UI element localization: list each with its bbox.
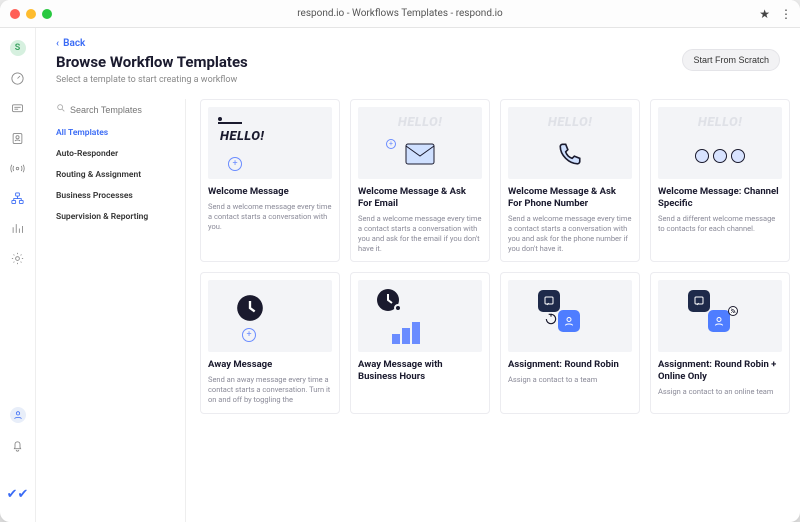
nav-rail: S ✔✔ <box>0 28 36 522</box>
template-desc: Send a welcome message every time a cont… <box>208 202 332 232</box>
template-card[interactable]: HELLO!+Welcome MessageSend a welcome mes… <box>200 99 340 262</box>
template-title: Welcome Message <box>208 186 332 198</box>
template-desc: Assign a contact to a team <box>508 375 632 385</box>
window-title: respond.io - Workflows Templates - respo… <box>0 8 800 19</box>
notifications-icon[interactable] <box>10 437 26 453</box>
search-input[interactable] <box>70 105 160 115</box>
page-title: Browse Workflow Templates <box>56 53 682 71</box>
category-item[interactable]: Auto-Responder <box>56 149 173 159</box>
template-card[interactable]: HELLO!+Welcome Message & Ask For EmailSe… <box>350 99 490 262</box>
template-desc: Send a welcome message every time a cont… <box>508 214 632 255</box>
search-field[interactable] <box>56 99 173 126</box>
category-item[interactable]: Supervision & Reporting <box>56 212 173 222</box>
reports-icon[interactable] <box>10 220 26 236</box>
messages-icon[interactable] <box>10 100 26 116</box>
category-item[interactable]: Business Processes <box>56 191 173 201</box>
template-grid-scroll[interactable]: HELLO!+Welcome MessageSend a welcome mes… <box>186 99 800 522</box>
page-subtitle: Select a template to start creating a wo… <box>56 75 780 85</box>
template-desc: Send a welcome message every time a cont… <box>358 214 482 255</box>
template-title: Away Message with Business Hours <box>358 359 482 383</box>
template-title: Assignment: Round Robin <box>508 359 632 371</box>
category-item[interactable]: All Templates <box>56 128 173 138</box>
template-card[interactable]: Away Message with Business Hours <box>350 272 490 413</box>
template-title: Welcome Message & Ask For Phone Number <box>508 186 632 210</box>
category-item[interactable]: Routing & Assignment <box>56 170 173 180</box>
template-title: Away Message <box>208 359 332 371</box>
back-label: Back <box>63 38 85 49</box>
user-avatar[interactable] <box>10 407 26 423</box>
extension-icon[interactable]: ★ <box>759 7 770 21</box>
respond-logo-icon: ✔✔ <box>7 487 29 502</box>
template-sidebar: All Templates Auto-Responder Routing & Ass… <box>56 99 186 522</box>
template-title: Welcome Message: Channel Specific <box>658 186 782 210</box>
back-link[interactable]: ‹ Back <box>56 38 780 49</box>
template-title: Assignment: Round Robin + Online Only <box>658 359 782 383</box>
template-title: Welcome Message & Ask For Email <box>358 186 482 210</box>
settings-icon[interactable] <box>10 250 26 266</box>
kebab-menu-icon[interactable]: ⋮ <box>780 7 792 21</box>
workspace-avatar[interactable]: S <box>10 40 26 56</box>
search-icon <box>56 103 66 116</box>
start-from-scratch-button[interactable]: Start From Scratch <box>682 49 780 71</box>
template-card[interactable]: Assignment: Round Robin + Online Only Ass… <box>650 272 790 413</box>
titlebar: respond.io - Workflows Templates - respo… <box>0 0 800 28</box>
app-window: respond.io - Workflows Templates - respo… <box>0 0 800 522</box>
page-header: ‹ Back Browse Workflow Templates Start F… <box>36 28 800 93</box>
template-card[interactable]: Assignment: Round Robin Assign a contact … <box>500 272 640 413</box>
workflows-icon[interactable] <box>10 190 26 206</box>
template-card[interactable]: HELLO!Welcome Message: Channel SpecificS… <box>650 99 790 262</box>
dashboard-icon[interactable] <box>10 70 26 86</box>
template-desc: Send a different welcome message to cont… <box>658 214 782 234</box>
broadcast-icon[interactable] <box>10 160 26 176</box>
template-desc: Assign a contact to an online team <box>658 387 782 397</box>
template-desc: Send an away message every time a contac… <box>208 375 332 405</box>
chevron-left-icon: ‹ <box>56 38 59 49</box>
template-card[interactable]: +Away MessageSend an away message every … <box>200 272 340 413</box>
template-card[interactable]: HELLO!Welcome Message & Ask For Phone Nu… <box>500 99 640 262</box>
contacts-icon[interactable] <box>10 130 26 146</box>
